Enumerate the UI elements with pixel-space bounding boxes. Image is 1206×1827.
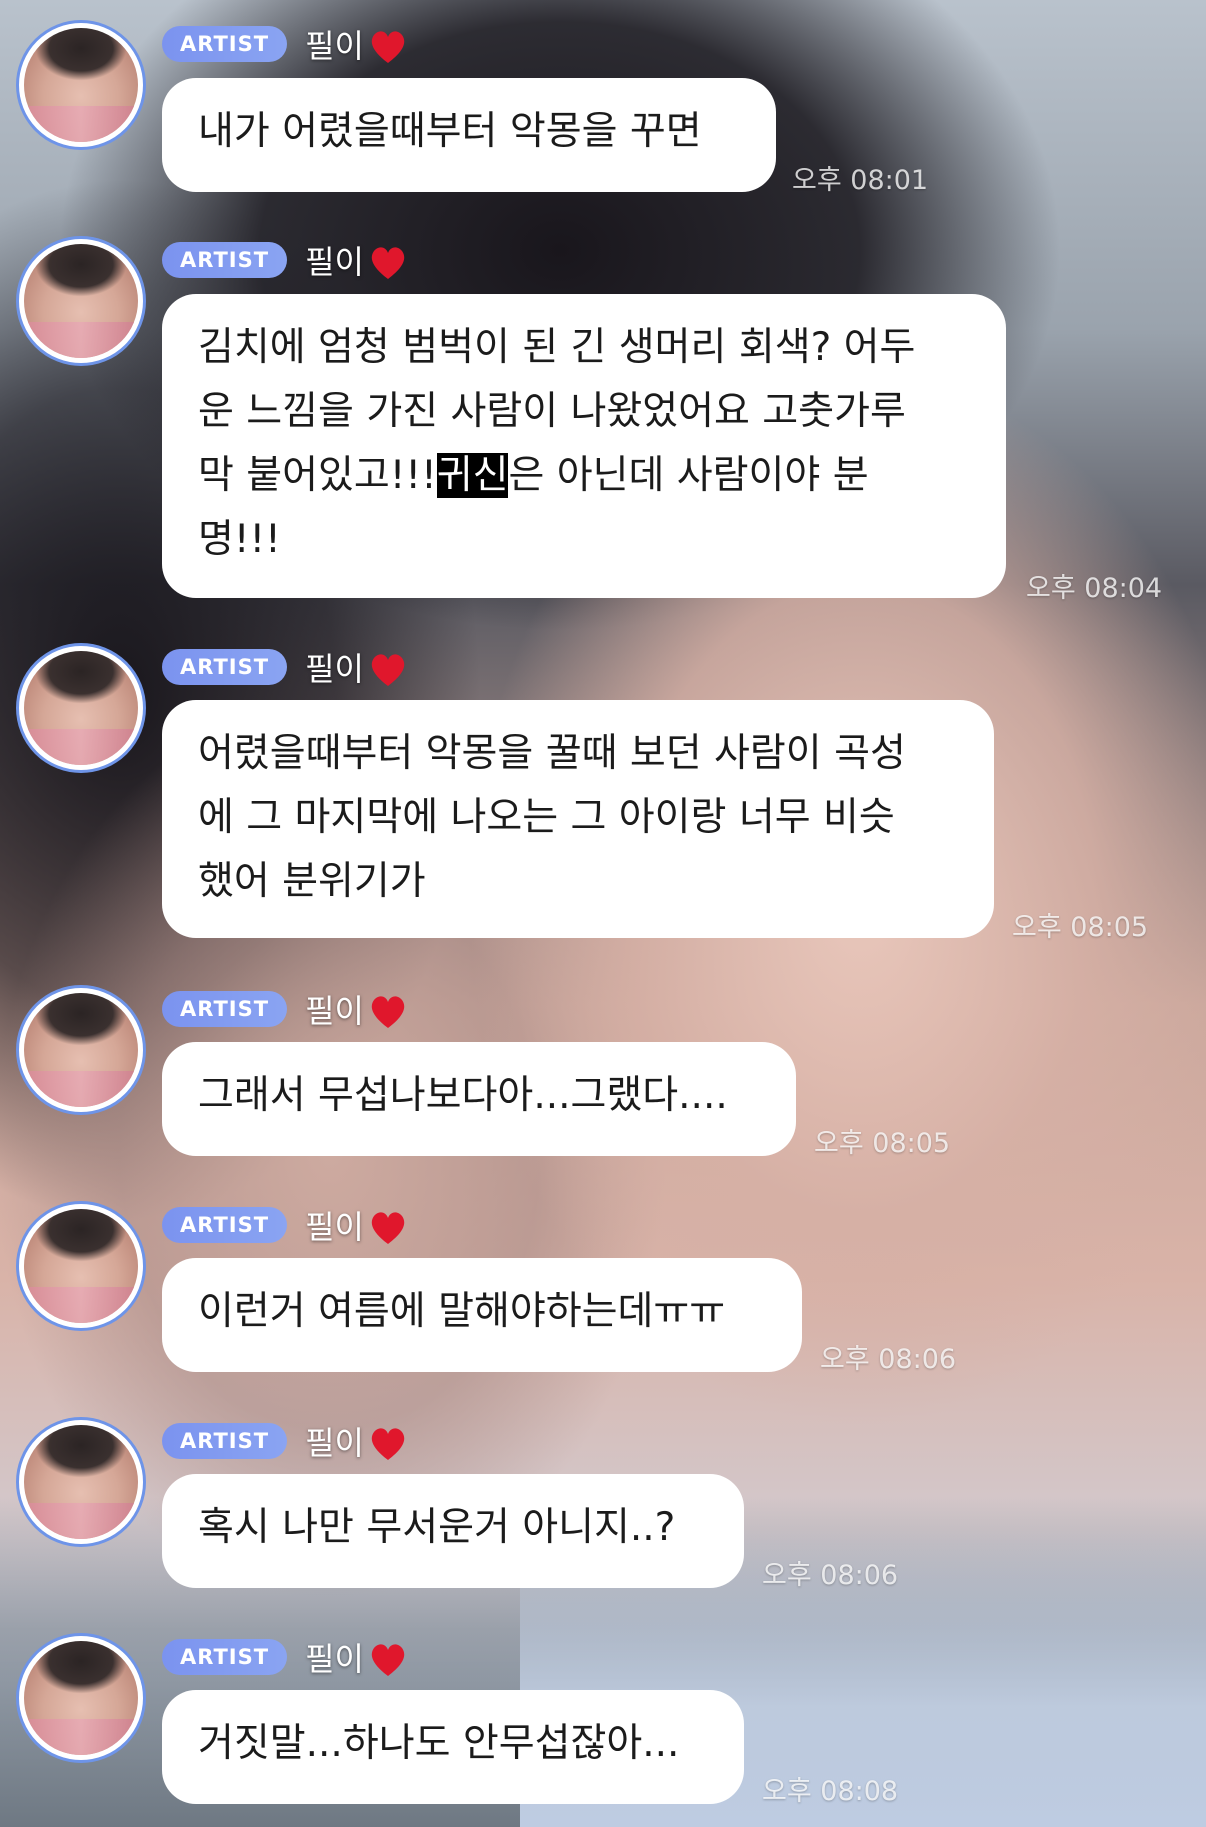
sender-name: 필이 <box>305 992 364 1030</box>
artist-avatar[interactable] <box>16 643 146 773</box>
sender-name: 필이 <box>305 1640 364 1678</box>
message-header: ARTIST 필이 <box>162 238 408 282</box>
message-header: ARTIST 필이 <box>162 987 408 1031</box>
message-header: ARTIST 필이 <box>162 1419 408 1463</box>
message-bubble[interactable]: 혹시 나만 무서운거 아니지..? <box>162 1474 744 1588</box>
message-time: 오후 08:01 <box>792 165 929 196</box>
message-bubble[interactable]: 이런거 여름에 말해야하는데ㅠㅠ <box>162 1258 802 1372</box>
message-bubble[interactable]: 내가 어렸을때부터 악몽을 꾸면 <box>162 78 776 192</box>
message-time: 오후 08:05 <box>814 1128 951 1159</box>
message-bubble[interactable]: 어렸을때부터 악몽을 꿀때 보던 사람이 곡성 에 그 마지막에 나오는 그 아… <box>162 700 994 938</box>
message-time: 오후 08:06 <box>762 1560 899 1591</box>
message-time: 오후 08:08 <box>762 1776 899 1807</box>
sender-name: 필이 <box>305 650 364 688</box>
red-heart-icon <box>371 1212 405 1244</box>
message-header: ARTIST 필이 <box>162 1203 408 1247</box>
artist-avatar[interactable] <box>16 985 146 1115</box>
highlighted-word: 귀신 <box>436 453 509 498</box>
red-heart-icon <box>371 654 405 686</box>
artist-avatar[interactable] <box>16 1417 146 1547</box>
sender-name: 필이 <box>305 1208 364 1246</box>
message-bubble[interactable]: 그래서 무섭나보다아...그랬다.... <box>162 1042 796 1156</box>
message-bubble[interactable]: 김치에 엄청 범벅이 된 긴 생머리 회색? 어두 운 느낌을 가진 사람이 나… <box>162 294 1006 598</box>
artist-avatar[interactable] <box>16 1633 146 1763</box>
artist-avatar[interactable] <box>16 1201 146 1331</box>
message-bubble[interactable]: 거짓말...하나도 안무섭잖아... <box>162 1690 744 1804</box>
artist-avatar[interactable] <box>16 20 146 150</box>
artist-avatar[interactable] <box>16 236 146 366</box>
message-time: 오후 08:05 <box>1012 912 1149 943</box>
message-time: 오후 08:04 <box>1026 573 1163 604</box>
sender-name: 필이 <box>305 243 364 281</box>
artist-badge: ARTIST <box>162 1207 288 1243</box>
artist-badge: ARTIST <box>162 1423 288 1459</box>
message-header: ARTIST 필이 <box>162 22 408 66</box>
red-heart-icon <box>371 247 405 279</box>
message-header: ARTIST 필이 <box>162 645 408 689</box>
red-heart-icon <box>371 1644 405 1676</box>
red-heart-icon <box>371 1428 405 1460</box>
artist-badge: ARTIST <box>162 1639 288 1675</box>
artist-badge: ARTIST <box>162 26 288 62</box>
red-heart-icon <box>371 996 405 1028</box>
sender-name: 필이 <box>305 27 364 65</box>
artist-badge: ARTIST <box>162 242 288 278</box>
sender-name: 필이 <box>305 1424 364 1462</box>
artist-badge: ARTIST <box>162 649 288 685</box>
artist-badge: ARTIST <box>162 991 288 1027</box>
message-header: ARTIST 필이 <box>162 1635 408 1679</box>
message-time: 오후 08:06 <box>820 1344 957 1375</box>
red-heart-icon <box>371 31 405 63</box>
